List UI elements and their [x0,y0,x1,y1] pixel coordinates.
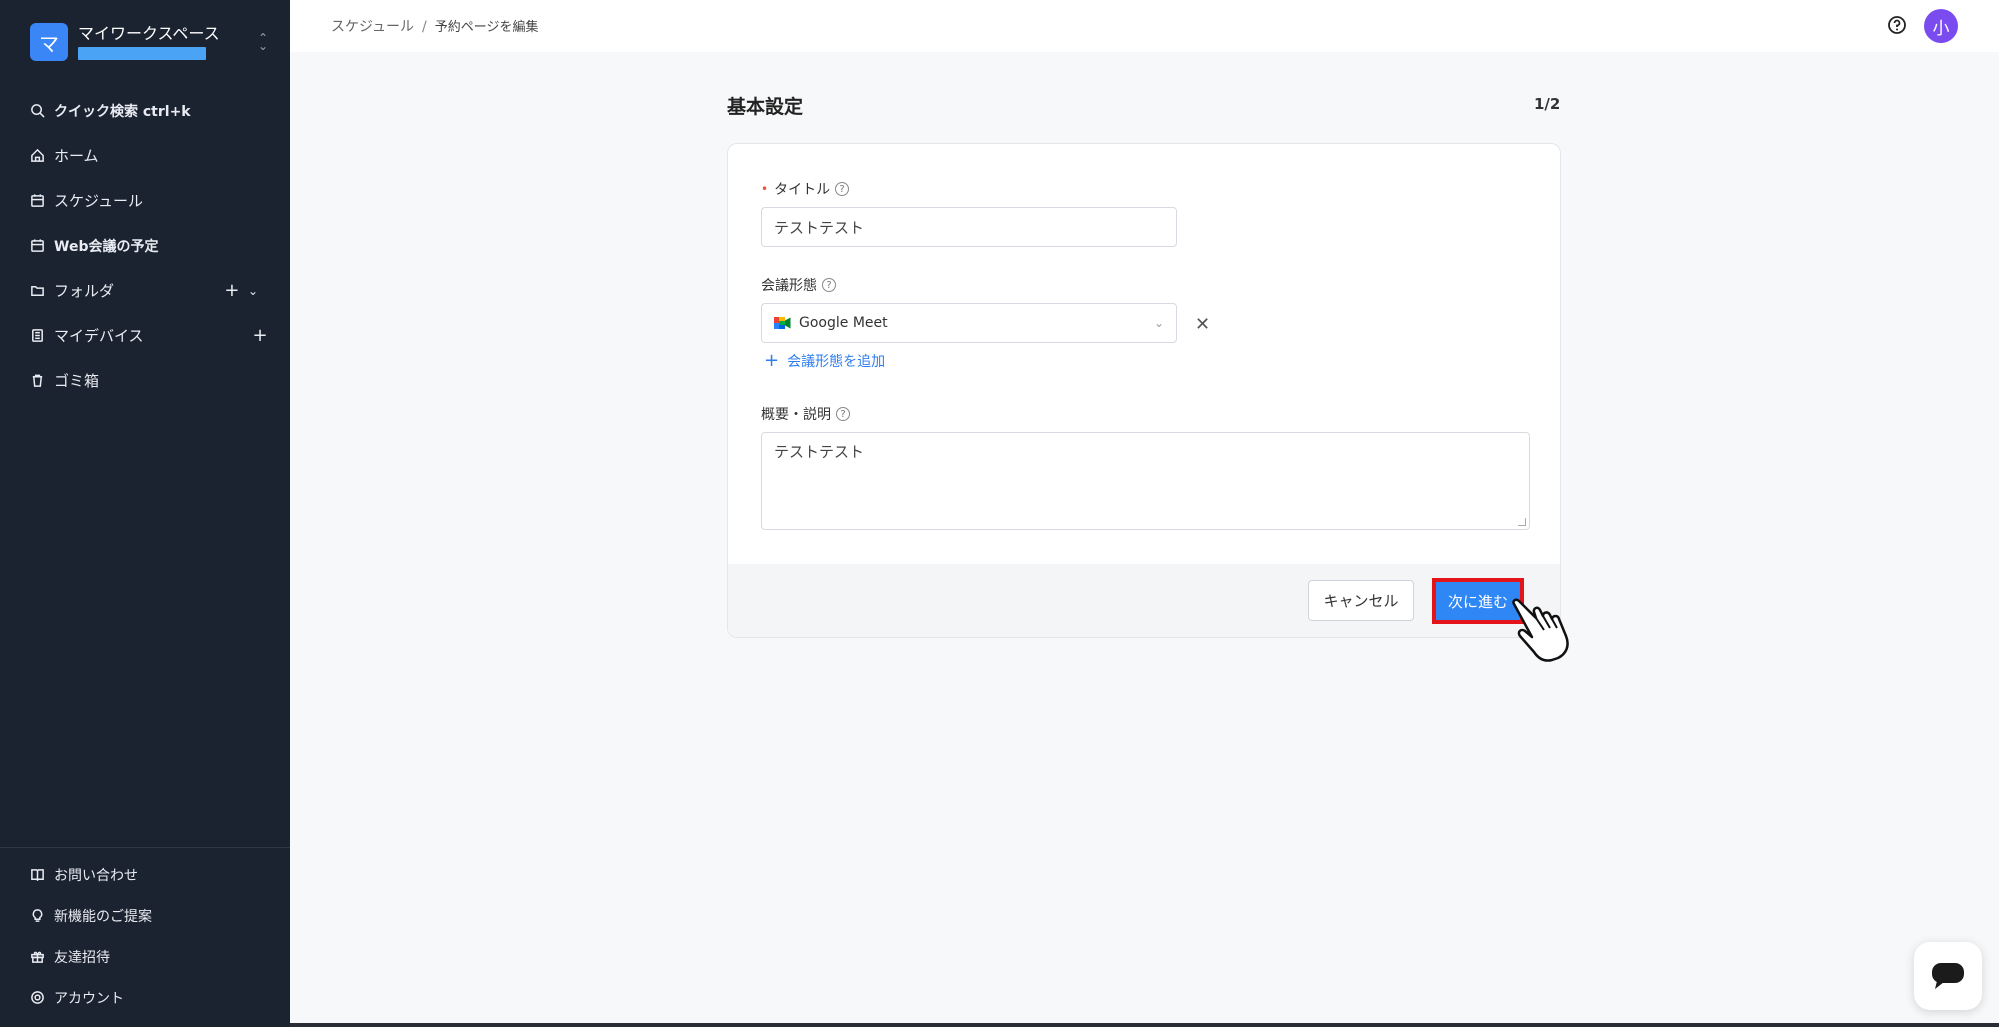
pointer-hand-icon [1512,598,1569,662]
sidebar-item-label: マイデバイス [54,327,144,345]
sidebar-item-schedule[interactable]: スケジュール [0,178,290,223]
top-bar: スケジュール / 予約ページを編集 小 [290,0,1999,52]
sidebar-item-label: Web会議の予定 [54,238,159,255]
description-textarea[interactable]: テストテスト [761,432,1530,530]
sidebar-nav: クイック検索 ctrl+k ホーム スケジュール Web会議の予定 フォルダ +… [0,88,290,403]
card-footer: キャンセル 次に進む [728,564,1560,637]
description-label: 概要・説明 ? [761,404,850,424]
title-input[interactable]: テストテスト [761,207,1177,247]
sidebar-divider [0,847,290,848]
add-folder-button[interactable]: + [224,280,240,301]
meeting-type-select[interactable]: Google Meet ⌄ [761,303,1177,343]
sidebar-item-label: クイック検索 ctrl+k [54,103,191,120]
sidebar-bottom-nav: お問い合わせ 新機能のご提案 友達招待 アカウント [0,854,290,1018]
chevron-down-icon[interactable]: ⌄ [248,284,258,298]
account-icon [28,989,46,1007]
workspace-name: マイワークスペース [78,24,220,43]
chevron-down-icon: ⌄ [1153,316,1164,330]
breadcrumb-separator: / [422,19,427,35]
workspace-switcher[interactable]: マ マイワークスペース ⌃ ⌄ [30,22,270,62]
cancel-button[interactable]: キャンセル [1308,580,1414,621]
sidebar-item-label: アカウント [54,990,124,1007]
folder-icon [28,282,46,300]
device-icon [28,327,46,345]
plus-icon: + [764,350,780,371]
breadcrumb-current: 予約ページを編集 [434,20,539,35]
sidebar-item-label: ホーム [54,147,99,165]
sidebar-item-contact[interactable]: お問い合わせ [0,854,290,895]
breadcrumb-parent[interactable]: スケジュール [331,19,414,35]
workspace-avatar: マ [30,23,68,61]
bottom-edge [290,1023,1999,1027]
chat-button[interactable] [1914,942,1982,1010]
gift-icon [28,948,46,966]
breadcrumb: スケジュール / 予約ページを編集 [331,16,539,36]
sidebar-item-label: フォルダ [54,282,115,300]
section-title: 基本設定 [727,96,804,118]
sidebar-item-home[interactable]: ホーム [0,133,290,178]
meeting-type-value: Google Meet [799,315,888,331]
chat-icon [1932,963,1964,989]
search-icon [28,102,46,120]
trash-icon [28,372,46,390]
help-circle-icon[interactable]: ? [822,278,836,292]
sidebar-item-label: スケジュール [54,192,143,210]
sidebar-item-label: ゴミ箱 [54,372,100,390]
title-label: • タイトル ? [761,179,850,199]
google-meet-icon [774,317,791,329]
sidebar-item-label: 友達招待 [54,949,110,966]
chevron-updown-icon[interactable]: ⌃ ⌄ [256,32,270,52]
basic-settings-card: • タイトル ? テストテスト 会議形態 ? Google Meet ⌄ ✕ +… [727,143,1561,638]
user-avatar[interactable]: 小 [1924,9,1958,43]
sidebar-item-quick-search[interactable]: クイック検索 ctrl+k [0,88,290,133]
book-icon [28,866,46,884]
help-circle-icon[interactable]: ? [835,182,850,196]
add-meeting-type-link[interactable]: + 会議形態を追加 [764,350,885,371]
sidebar-item-account[interactable]: アカウント [0,977,290,1018]
sidebar-item-my-devices[interactable]: マイデバイス + [0,313,290,358]
meeting-type-label: 会議形態 ? [761,275,836,295]
sidebar: マ マイワークスペース ⌃ ⌄ クイック検索 ctrl+k ホーム スケジュール … [0,0,290,1027]
sidebar-item-web-meetings[interactable]: Web会議の予定 [0,223,290,268]
help-circle-icon[interactable]: ? [836,407,850,421]
sidebar-item-trash[interactable]: ゴミ箱 [0,358,290,403]
remove-meeting-type-button[interactable]: ✕ [1195,314,1210,335]
required-mark: • [761,182,769,196]
sidebar-item-invite-friends[interactable]: 友達招待 [0,936,290,977]
add-device-button[interactable]: + [252,325,268,346]
sidebar-item-feature-request[interactable]: 新機能のご提案 [0,895,290,936]
sidebar-item-label: 新機能のご提案 [54,908,152,925]
workspace-email-redacted [78,47,206,60]
resize-handle[interactable] [1518,518,1526,526]
help-icon[interactable] [1886,14,1908,36]
sidebar-item-folder[interactable]: フォルダ + ⌄ [0,268,290,313]
sidebar-item-label: お問い合わせ [54,867,138,884]
calendar-icon [28,192,46,210]
home-icon [28,147,46,165]
step-indicator: 1/2 [1534,95,1561,113]
lightbulb-icon [28,907,46,925]
calendar-video-icon [28,237,46,255]
